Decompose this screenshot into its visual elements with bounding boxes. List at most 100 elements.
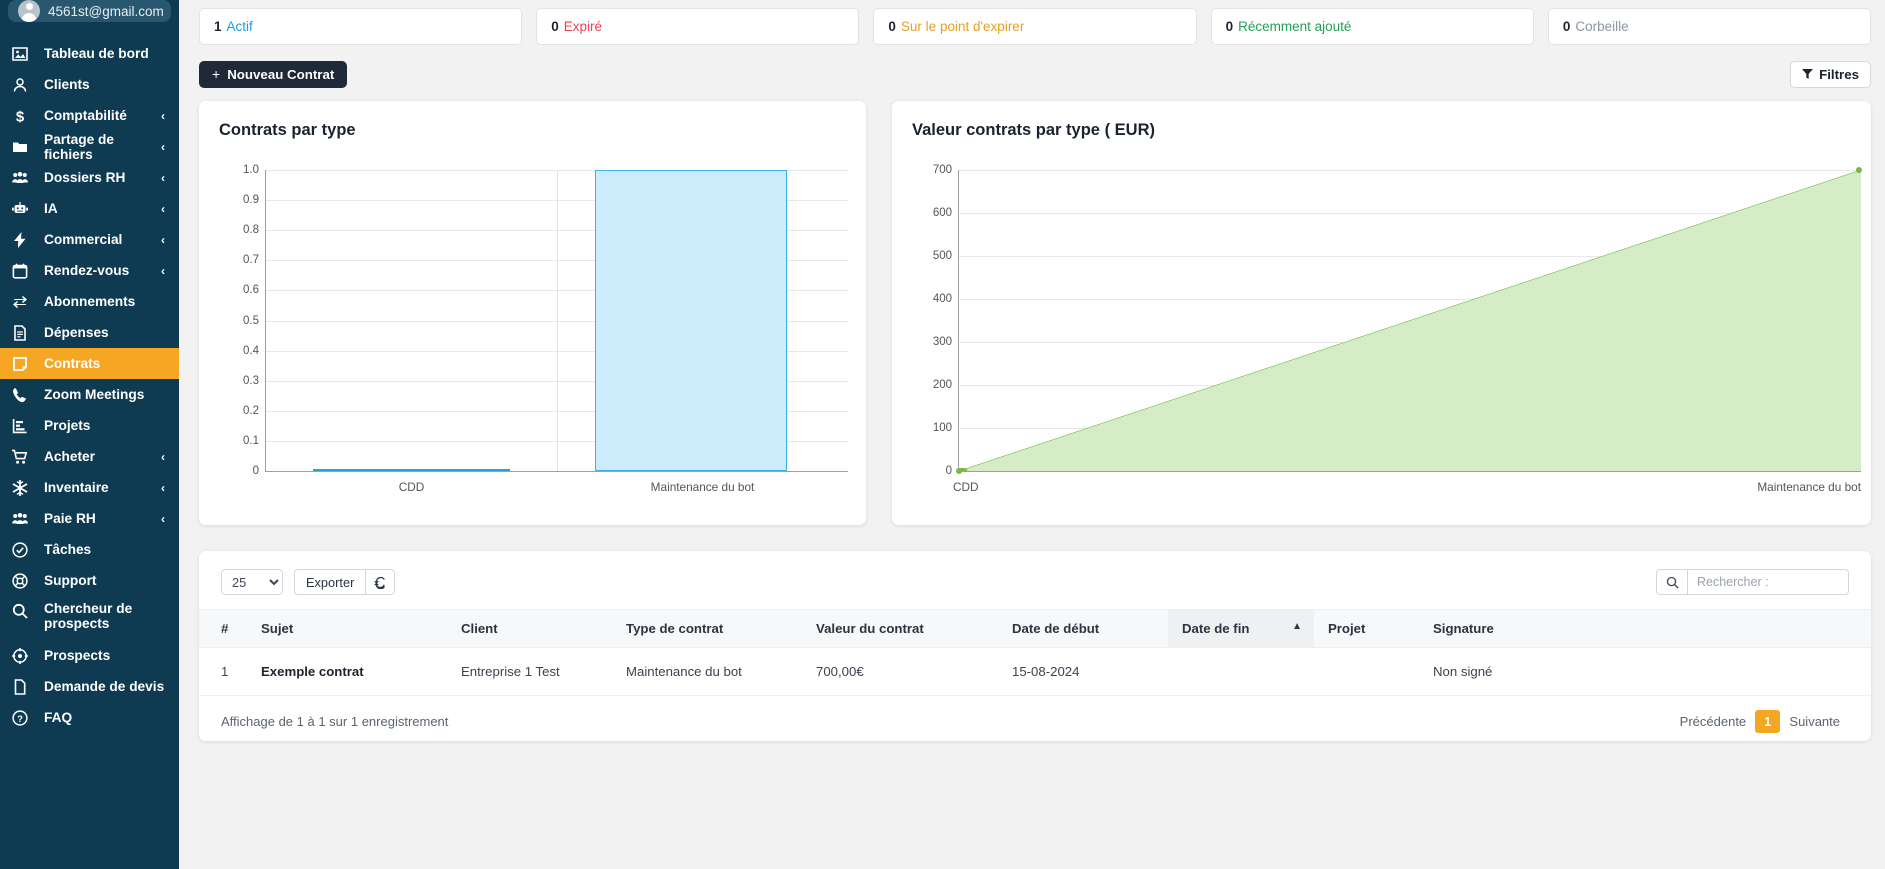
sidebar-item-inventaire[interactable]: Inventaire ‹	[0, 472, 179, 503]
stat-cards-row: 1 Actif 0 Expiré 0 Sur le point d'expire…	[199, 8, 1872, 45]
phone-icon	[12, 386, 34, 404]
y-tick: 0.5	[243, 314, 259, 327]
new-contract-button[interactable]: + Nouveau Contrat	[199, 60, 348, 88]
column-header-valeur[interactable]: Valeur du contrat	[802, 609, 998, 648]
area-chart-plot: 700 600 500 400 300 200 100 0 CDD Mainte…	[912, 164, 1862, 500]
stat-card-actif[interactable]: 1 Actif	[199, 8, 523, 45]
y-tick: 500	[932, 249, 952, 262]
stat-count: 1	[214, 19, 222, 34]
y-tick: 200	[932, 378, 952, 391]
user-email: 4561st@gmail.com	[48, 3, 164, 19]
sidebar-item-dossiers-rh[interactable]: Dossiers RH ‹	[0, 162, 179, 193]
y-tick: 600	[932, 206, 952, 219]
pagination-next[interactable]: Suivante	[1780, 710, 1849, 733]
chart-title: Contrats par type	[219, 121, 356, 139]
cell-valeur: 700,00€	[802, 647, 998, 696]
sidebar-item-ia[interactable]: IA ‹	[0, 193, 179, 224]
refresh-button[interactable]	[365, 569, 396, 595]
cell-num: 1	[199, 647, 247, 696]
sidebar-item-label: Prospects	[44, 648, 111, 663]
column-header-projet[interactable]: Projet	[1314, 609, 1419, 648]
table-row[interactable]: 1 Exemple contrat Entreprise 1 Test Main…	[199, 647, 1871, 696]
sidebar-item-prospects[interactable]: Prospects	[0, 640, 179, 671]
pagination-page-1[interactable]: 1	[1755, 710, 1781, 733]
area-datapoint-cdd[interactable]	[956, 468, 962, 474]
sidebar-item-commercial[interactable]: Commercial ‹	[0, 224, 179, 255]
search-group	[1656, 569, 1849, 595]
user-icon	[12, 76, 34, 94]
bar-cdd[interactable]	[312, 469, 511, 471]
lifebuoy-icon	[12, 572, 34, 590]
stat-label: Expiré	[563, 19, 602, 34]
area-datapoint-maintenance[interactable]	[1856, 167, 1862, 173]
svg-text:$: $	[16, 108, 25, 124]
sidebar-item-chercheur-de-prospects[interactable]: Chercheur de prospects	[0, 596, 179, 640]
column-header-signature[interactable]: Signature	[1419, 609, 1871, 648]
y-tick: 0.3	[243, 374, 259, 387]
sidebar-item-abonnements[interactable]: Abonnements	[0, 286, 179, 317]
refresh-cycle-icon	[12, 293, 34, 311]
export-button[interactable]: Exporter	[294, 569, 366, 595]
stat-card-recemment-ajoute[interactable]: 0 Récemment ajouté	[1210, 8, 1534, 45]
search-input[interactable]	[1687, 569, 1849, 595]
target-icon	[12, 647, 34, 665]
chart-bar-icon	[12, 417, 34, 435]
stat-label: Récemment ajouté	[1238, 19, 1352, 34]
bar-maintenance-du-bot[interactable]	[594, 170, 787, 471]
contracts-by-type-chart-card: Contrats par type 1.0 0.9 0.8 0.7 0.6 0.…	[199, 101, 866, 525]
bar-chart-plot: 1.0 0.9 0.8 0.7 0.6 0.5 0.4 0.3 0.2 0.1 …	[219, 164, 848, 500]
area-series[interactable]	[959, 170, 1861, 471]
app-root: 4561st@gmail.com Tableau de bord Clients…	[0, 0, 1885, 869]
users-icon	[12, 169, 34, 187]
sidebar-item-contrats[interactable]: Contrats	[0, 348, 179, 379]
chevron-left-icon: ‹	[161, 139, 165, 154]
pagination-prev[interactable]: Précédente	[1671, 710, 1756, 733]
stat-card-expire[interactable]: 0 Expiré	[536, 8, 860, 45]
sidebar-item-label: Dépenses	[44, 325, 109, 340]
column-header-sujet[interactable]: Sujet	[247, 609, 447, 648]
sidebar-item-depenses[interactable]: Dépenses	[0, 317, 179, 348]
column-header-date-fin[interactable]: Date de fin ▲	[1168, 609, 1314, 648]
sidebar-item-rendez-vous[interactable]: Rendez-vous ‹	[0, 255, 179, 286]
sidebar-item-acheter[interactable]: Acheter ‹	[0, 441, 179, 472]
user-account-chip[interactable]: 4561st@gmail.com	[8, 0, 171, 22]
stat-card-corbeille[interactable]: 0 Corbeille	[1547, 8, 1872, 45]
sidebar-item-comptabilite[interactable]: $ Comptabilité ‹	[0, 100, 179, 131]
x-tick: Maintenance du bot	[650, 480, 755, 494]
pagination: Précédente 1 Suivante	[1671, 710, 1849, 733]
column-header-num[interactable]: #	[199, 609, 247, 648]
stat-card-sur-le-point-dexpirer[interactable]: 0 Sur le point d'expirer	[873, 8, 1197, 45]
sidebar-item-clients[interactable]: Clients	[0, 69, 179, 100]
chevron-left-icon: ‹	[161, 232, 165, 247]
stat-label: Sur le point d'expirer	[900, 19, 1025, 34]
question-circle-icon: ?	[12, 709, 34, 727]
chevron-left-icon: ‹	[161, 108, 165, 123]
table-info: Affichage de 1 à 1 sur 1 enregistrement	[221, 714, 449, 729]
filters-button[interactable]: Filtres	[1790, 60, 1871, 88]
sidebar-item-zoom-meetings[interactable]: Zoom Meetings	[0, 379, 179, 410]
stat-label: Corbeille	[1575, 19, 1629, 34]
column-header-client[interactable]: Client	[447, 609, 612, 648]
column-header-date-debut[interactable]: Date de début	[998, 609, 1168, 648]
chevron-left-icon: ‹	[161, 263, 165, 278]
sidebar-item-label: Abonnements	[44, 294, 136, 309]
area-plot-area: 700 600 500 400 300 200 100 0 CDD Mainte…	[933, 164, 1862, 494]
cell-signature: Non signé	[1419, 647, 1871, 696]
sidebar-item-partage-de-fichiers[interactable]: Partage de fichiers ‹	[0, 131, 179, 162]
sidebar-item-demande-de-devis[interactable]: Demande de devis	[0, 671, 179, 702]
chevron-left-icon: ‹	[161, 480, 165, 495]
stat-count: 0	[551, 19, 559, 34]
sidebar-item-taches[interactable]: Tâches	[0, 534, 179, 565]
sidebar-item-faq[interactable]: ? FAQ	[0, 702, 179, 733]
sidebar-item-label: Demande de devis	[44, 679, 165, 694]
document-icon	[12, 324, 34, 342]
refresh-icon	[373, 576, 385, 589]
column-header-type[interactable]: Type de contrat	[612, 609, 802, 648]
charts-row: Contrats par type 1.0 0.9 0.8 0.7 0.6 0.…	[199, 101, 1871, 525]
table-footer: Affichage de 1 à 1 sur 1 enregistrement …	[199, 696, 1871, 733]
sidebar-item-paie-rh[interactable]: Paie RH ‹	[0, 503, 179, 534]
sidebar-item-support[interactable]: Support	[0, 565, 179, 596]
sidebar-item-tableau-de-bord[interactable]: Tableau de bord	[0, 38, 179, 69]
page-length-select[interactable]: 25	[221, 569, 283, 595]
sidebar-item-projets[interactable]: Projets	[0, 410, 179, 441]
